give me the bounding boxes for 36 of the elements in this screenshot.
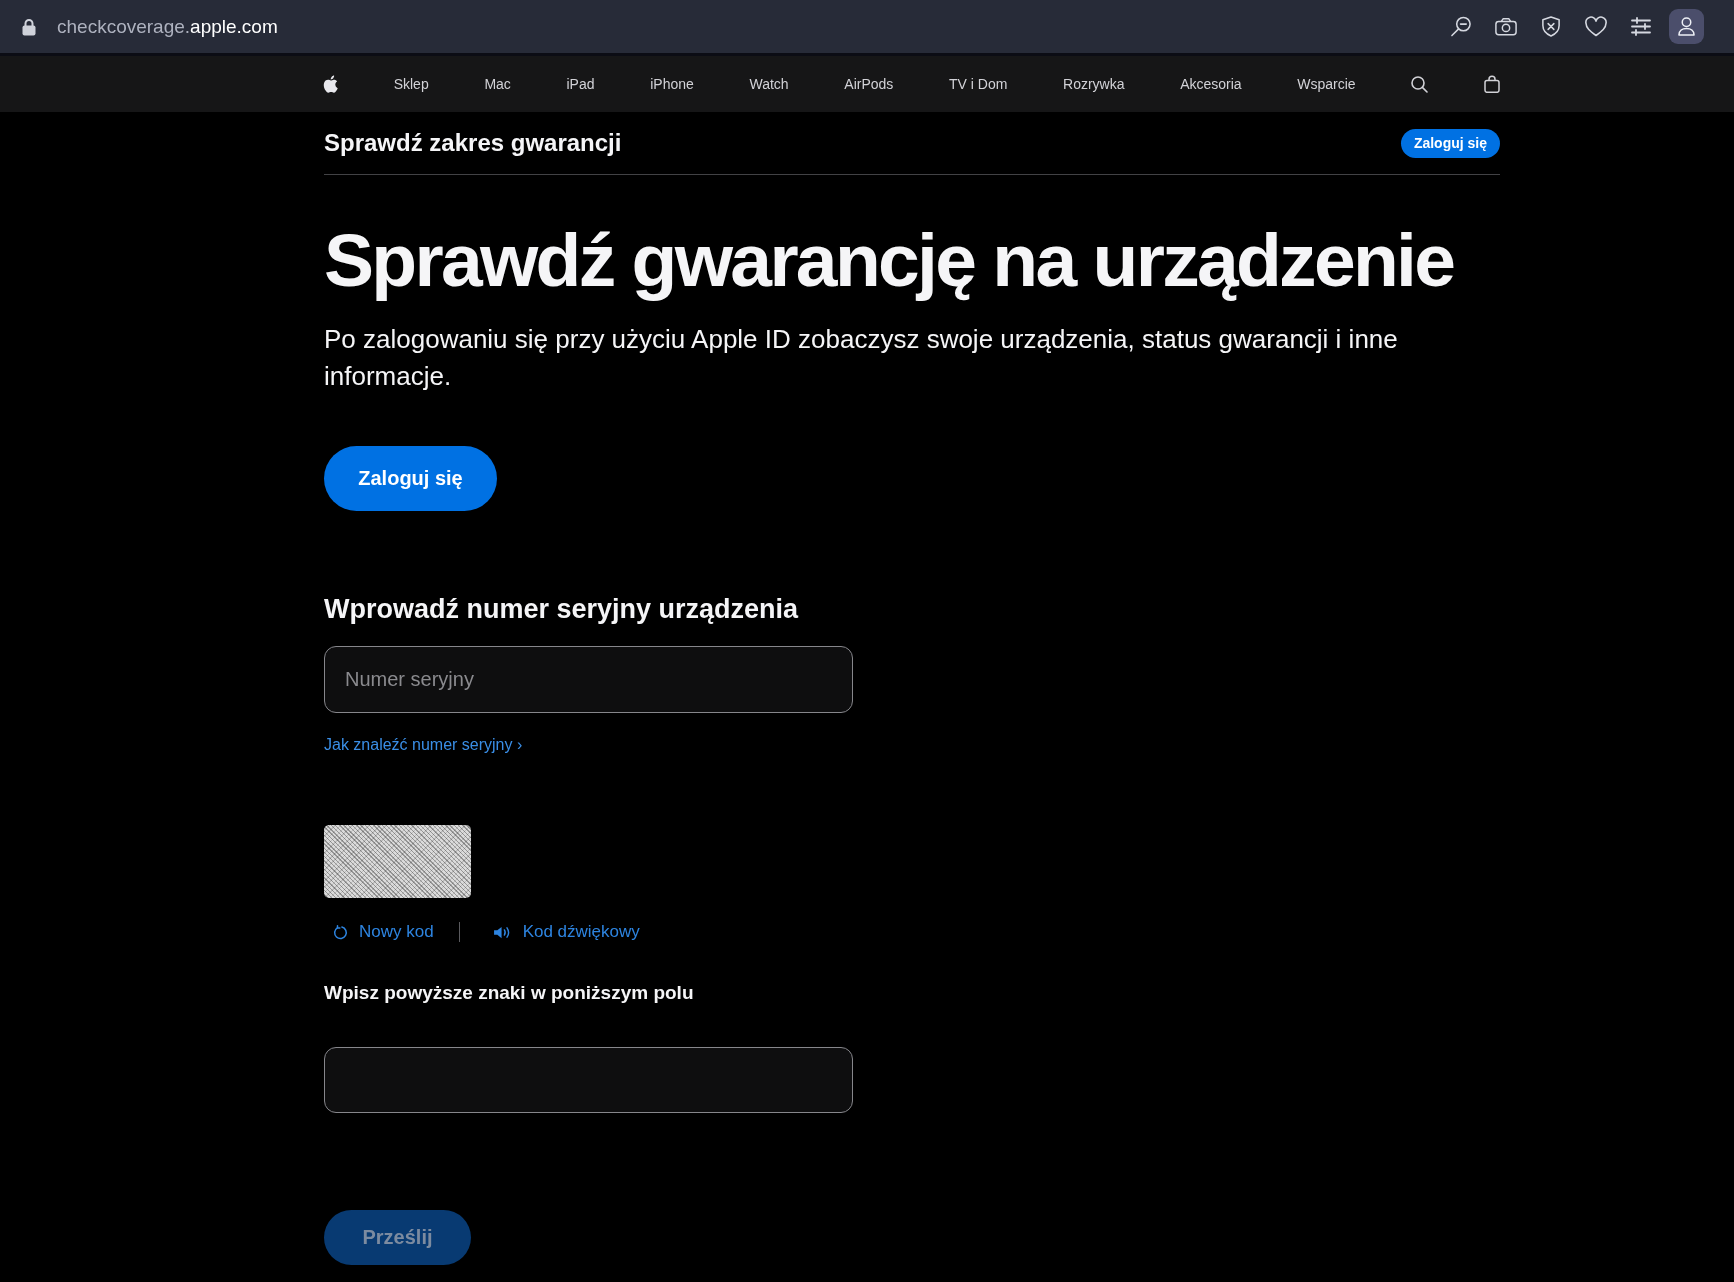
refresh-icon [333, 924, 348, 940]
search-icon[interactable] [1411, 75, 1429, 93]
section-heading: Wprowadź numer seryjny urządzenia [324, 593, 800, 626]
camera-icon[interactable] [1495, 16, 1517, 37]
nav-link[interactable]: iPhone [650, 76, 694, 92]
audio-code-link[interactable]: Kod dźwiękowy [492, 922, 640, 942]
nav-link[interactable]: TV i Dom [949, 76, 1008, 92]
url-text[interactable]: checkcoverage.apple.com [57, 15, 278, 38]
user-icon [1678, 17, 1695, 36]
nav-link[interactable]: Mac [484, 76, 511, 92]
captcha-prompt: Wpisz powyższe znaki w poniższym polu [324, 981, 695, 1005]
lock-icon [22, 17, 36, 36]
sign-in-button[interactable]: Zaloguj się [1400, 128, 1500, 158]
profile-button[interactable] [1669, 9, 1704, 44]
speaker-icon [492, 924, 512, 940]
sign-in-button[interactable]: Zaloguj się [324, 446, 497, 511]
shield-x-icon[interactable] [1540, 16, 1562, 37]
new-code-link[interactable]: Nowy kod [333, 922, 434, 942]
heart-icon[interactable] [1585, 16, 1607, 37]
nav-link[interactable]: Akcesoria [1180, 76, 1242, 92]
zoom-out-icon[interactable] [1450, 16, 1472, 37]
sliders-icon[interactable] [1630, 16, 1652, 37]
hero-subtitle: Po zalogowaniu się przy użyciu Apple ID zobaczysz swoje urządzenia, status gwarancji i inne informacje. [324, 323, 1399, 393]
bag-icon[interactable] [1484, 75, 1500, 93]
serial-number-field[interactable]: Numer seryjny [324, 646, 853, 713]
nav-link[interactable]: AirPods [844, 76, 894, 92]
nav-link[interactable]: Sklep [393, 76, 429, 92]
help-link[interactable]: Jak znaleźć numer seryjny › [324, 735, 523, 755]
page-title: Sprawdź zakres gwarancji [324, 129, 622, 157]
nav-link[interactable]: iPad [566, 76, 595, 92]
nav-link[interactable]: Rozrywka [1063, 76, 1125, 92]
apple-icon[interactable] [323, 75, 338, 93]
captcha-field[interactable] [324, 1047, 853, 1113]
nav-link[interactable]: Wsparcie [1297, 76, 1356, 92]
hero-title: Sprawdź gwarancję na urządzenie [324, 219, 1455, 301]
nav-link[interactable]: Watch [749, 76, 789, 92]
